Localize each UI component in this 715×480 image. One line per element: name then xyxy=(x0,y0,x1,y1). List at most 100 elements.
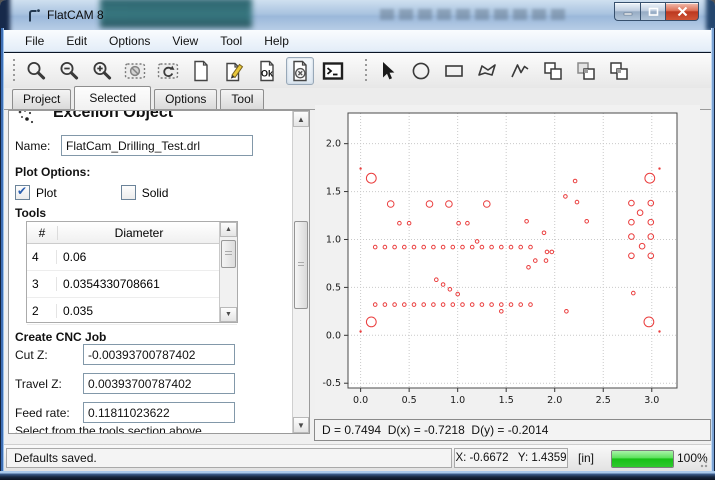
new-file-button[interactable] xyxy=(187,57,215,85)
pointer-icon xyxy=(377,60,399,82)
panel-scrollbar[interactable]: ▲ ▼ xyxy=(292,111,309,433)
tools-hint-text: Select from the tools section above xyxy=(15,424,202,433)
ok-file-button[interactable]: Ok xyxy=(253,57,281,85)
table-scrollbar[interactable]: ▲ ▼ xyxy=(219,222,237,322)
menu-view[interactable]: View xyxy=(161,31,209,51)
tab-tool[interactable]: Tool xyxy=(220,89,264,109)
window-border-bottom xyxy=(0,471,715,480)
open-file-button[interactable] xyxy=(220,57,248,85)
svg-text:1.0: 1.0 xyxy=(326,234,341,245)
table-row[interactable]: 4 0.06 xyxy=(27,244,237,271)
svg-text:1.5: 1.5 xyxy=(326,187,341,198)
toolbar-grip[interactable] xyxy=(12,59,16,83)
close-icon xyxy=(677,7,688,16)
tab-selected[interactable]: Selected xyxy=(74,86,151,110)
delete-file-icon xyxy=(289,60,311,82)
name-label: Name: xyxy=(15,139,50,153)
solid-checkbox-label: Solid xyxy=(142,186,169,200)
replot-button[interactable] xyxy=(154,57,182,85)
svg-text:1.5: 1.5 xyxy=(499,395,514,406)
cut-z-input[interactable] xyxy=(83,344,235,365)
svg-text:-0.5: -0.5 xyxy=(322,378,341,389)
clear-plot-button[interactable] xyxy=(121,57,149,85)
status-message: Defaults saved. xyxy=(6,448,452,468)
svg-text:3.0: 3.0 xyxy=(644,395,659,406)
minimize-icon xyxy=(623,7,633,16)
progress-bar xyxy=(611,450,674,468)
toolbar: Ok xyxy=(4,53,711,89)
maximize-button[interactable] xyxy=(640,2,666,21)
table-scrollbar-thumb[interactable] xyxy=(221,240,236,268)
delete-file-button[interactable] xyxy=(286,57,314,85)
draw-polygon-button[interactable] xyxy=(473,57,501,85)
tool-diameter: 0.06 xyxy=(57,250,237,264)
intersection-button[interactable] xyxy=(572,57,600,85)
svg-text:0.0: 0.0 xyxy=(326,330,341,341)
svg-text:1.0: 1.0 xyxy=(450,395,465,406)
titlebar-glass-decor xyxy=(380,9,570,20)
menu-help[interactable]: Help xyxy=(253,31,300,51)
table-row[interactable]: 3 0.0354330708661 xyxy=(27,271,237,298)
zoom-fit-button[interactable] xyxy=(22,57,50,85)
draw-rectangle-icon xyxy=(443,60,465,82)
feed-rate-label: Feed rate: xyxy=(15,406,70,420)
svg-text:0.5: 0.5 xyxy=(402,395,417,406)
tools-table-header: # Diameter xyxy=(27,222,237,244)
resize-grip[interactable] xyxy=(698,458,708,468)
svg-text:2.5: 2.5 xyxy=(596,395,611,406)
menu-edit[interactable]: Edit xyxy=(55,31,98,51)
zoom-out-button[interactable] xyxy=(55,57,83,85)
intersection-icon xyxy=(575,60,597,82)
plot-checkbox[interactable] xyxy=(15,185,30,200)
plot-canvas[interactable]: 0.00.51.01.52.02.53.0-0.50.00.51.01.52.0 xyxy=(315,105,700,415)
scroll-up-icon[interactable]: ▲ xyxy=(220,222,237,237)
svg-text:0.0: 0.0 xyxy=(353,395,368,406)
titlebar-glass-decor xyxy=(100,0,252,28)
menu-file[interactable]: File xyxy=(14,31,55,51)
scroll-up-icon[interactable]: ▲ xyxy=(293,111,309,127)
tool-diameter: 0.035 xyxy=(57,304,237,318)
column-header-number[interactable]: # xyxy=(27,226,58,240)
table-row[interactable]: 2 0.035 xyxy=(27,298,237,325)
zoom-out-icon xyxy=(58,60,80,82)
scroll-down-icon[interactable]: ▼ xyxy=(293,417,309,433)
mouse-coordinates: X: -0.6672 Y: 1.4359 xyxy=(454,448,568,468)
subtract-button[interactable] xyxy=(605,57,633,85)
scroll-down-icon[interactable]: ▼ xyxy=(220,307,237,322)
titlebar-glass-decor xyxy=(706,0,715,30)
name-input[interactable] xyxy=(61,135,253,156)
tab-options[interactable]: Options xyxy=(154,89,217,109)
close-button[interactable] xyxy=(666,2,699,21)
menubar: File Edit Options View Tool Help xyxy=(4,30,711,52)
panel-scrollbar-thumb[interactable] xyxy=(294,221,308,309)
svg-text:2.0: 2.0 xyxy=(547,395,562,406)
zoom-in-button[interactable] xyxy=(88,57,116,85)
column-header-diameter[interactable]: Diameter xyxy=(58,226,220,240)
plot-options-label: Plot Options: xyxy=(15,165,90,179)
zoom-in-icon xyxy=(91,60,113,82)
menu-tool[interactable]: Tool xyxy=(209,31,253,51)
toolbar-grip[interactable] xyxy=(364,59,368,83)
menu-options[interactable]: Options xyxy=(98,31,161,51)
draw-path-button[interactable] xyxy=(506,57,534,85)
tool-diameter: 0.0354330708661 xyxy=(57,277,237,291)
travel-z-input[interactable] xyxy=(83,373,235,394)
panel-title: Excellon Object xyxy=(53,111,173,122)
feed-rate-input[interactable] xyxy=(83,402,235,423)
statusbar: Defaults saved. X: -0.6672 Y: 1.4359 [in… xyxy=(4,444,711,471)
draw-rectangle-button[interactable] xyxy=(440,57,468,85)
titlebar-glass-decor xyxy=(0,0,10,30)
drill-scatter-plot[interactable]: 0.00.51.01.52.02.53.0-0.50.00.51.01.52.0 xyxy=(315,105,700,415)
solid-checkbox[interactable] xyxy=(121,185,136,200)
draw-path-icon xyxy=(509,60,531,82)
titlebar[interactable]: FlatCAM 8 xyxy=(0,0,715,30)
new-file-icon xyxy=(190,60,212,82)
tool-number: 2 xyxy=(27,304,57,318)
minimize-button[interactable] xyxy=(614,2,640,21)
replot-icon xyxy=(157,60,179,82)
shell-button[interactable] xyxy=(319,57,347,85)
pointer-tool-button[interactable] xyxy=(374,57,402,85)
tab-project[interactable]: Project xyxy=(12,89,71,109)
draw-circle-button[interactable] xyxy=(407,57,435,85)
union-button[interactable] xyxy=(539,57,567,85)
